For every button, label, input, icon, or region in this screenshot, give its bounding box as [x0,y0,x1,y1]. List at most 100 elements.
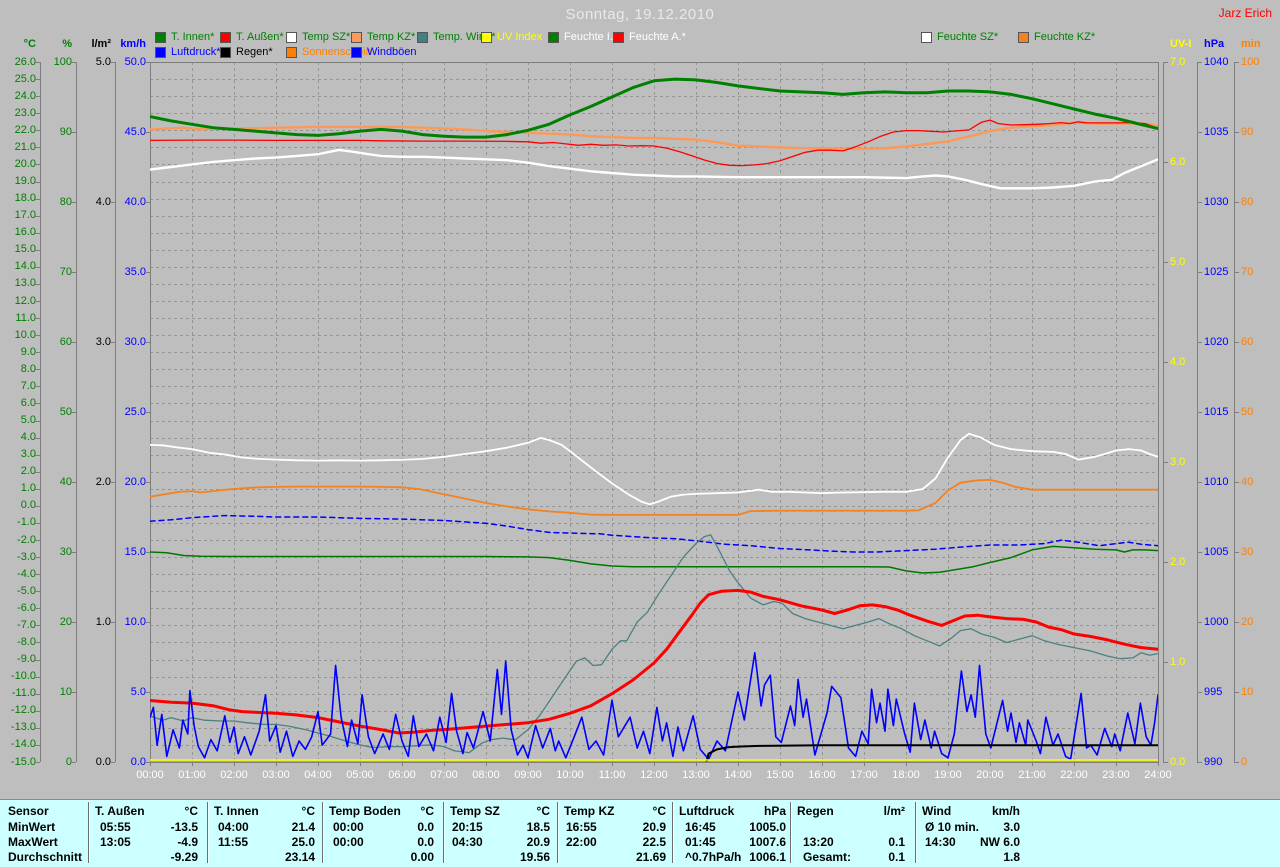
table-column-separator [322,802,324,863]
table-avg-value: 23.14 [284,850,315,864]
table-min-time: 16:45 [685,820,716,834]
table-col-header: Temp SZ [450,804,500,818]
x-tick-label: 07:00 [430,769,458,781]
table-avg-value: -9.29 [170,850,198,864]
x-tick-label: 20:00 [976,769,1004,781]
table-col-header: Wind [922,804,952,818]
table-row-label: Durchschnitt [8,850,83,864]
x-tick-label: 00:00 [136,769,164,781]
table-column-separator [443,802,445,863]
table-max-time: 13:05 [100,835,131,849]
table-avg-value: 1.8 [1003,850,1020,864]
table-avg-note: Gesamt: [803,850,852,864]
table-column-separator [88,802,90,863]
x-tick-label: 24:00 [1144,769,1172,781]
table-col-header: T. Außen [95,804,145,818]
table-min-time: 20:15 [452,820,483,834]
table-row-label: Sensor [8,804,49,818]
table-max-time: 11:55 [218,835,249,849]
table-column-separator [672,802,674,863]
table-min-time: Ø 10 min. [925,820,980,834]
series-line-luftdruck [150,514,1158,553]
table-min-value: 3.0 [1003,820,1020,834]
table-col-header: T. Innen [214,804,259,818]
table-col-header: Luftdruck [679,804,735,818]
x-tick-label: 04:00 [304,769,332,781]
table-max-time: 04:30 [452,835,483,849]
table-col-unit: °C [184,804,198,818]
x-tick-label: 03:00 [262,769,290,781]
table-column-separator [557,802,559,863]
x-tick-label: 22:00 [1060,769,1088,781]
table-col-unit: l/m² [883,804,905,818]
table-min-value: -13.5 [170,820,198,834]
table-max-time: 14:30 [925,835,956,849]
table-col-unit: °C [420,804,434,818]
table-min-value: 21.4 [291,820,315,834]
x-tick-label: 23:00 [1102,769,1130,781]
table-min-time: 00:00 [333,820,364,834]
statistics-table: Sensor MinWert MaxWert Durchschnitt T. Außen… [0,799,1280,867]
table-max-value: 0.1 [888,835,905,849]
x-tick-label: 16:00 [808,769,836,781]
table-avg-value: 19.56 [519,850,550,864]
x-tick-label: 02:00 [220,769,248,781]
table-avg-value: 0.1 [888,850,905,864]
table-min-time: 05:55 [100,820,131,834]
table-col-header: Regen [797,804,834,818]
table-max-time: 01:45 [685,835,716,849]
table-avg-note: ^0.7hPa/h [685,850,742,864]
x-tick-label: 13:00 [682,769,710,781]
table-col-unit: °C [652,804,666,818]
x-tick-label: 19:00 [934,769,962,781]
table-max-time: 13:20 [803,835,834,849]
x-tick-label: 06:00 [388,769,416,781]
table-max-time: 22:00 [566,835,597,849]
table-max-value: 20.9 [526,835,550,849]
table-row-label: MaxWert [8,835,58,849]
x-tick-label: 08:00 [472,769,500,781]
table-max-value: 22.5 [642,835,666,849]
table-max-value: -4.9 [177,835,198,849]
table-avg-value: 0.00 [410,850,434,864]
x-tick-label: 05:00 [346,769,374,781]
table-col-unit: km/h [991,804,1020,818]
table-col-header: Temp KZ [564,804,615,818]
table-max-value: 25.0 [291,835,315,849]
table-row-label: MinWert [8,820,56,834]
x-tick-label: 18:00 [892,769,920,781]
x-tick-label: 17:00 [850,769,878,781]
chart-plot-area [35,62,1239,766]
x-tick-label: 10:00 [556,769,584,781]
table-min-value: 18.5 [526,820,550,834]
x-tick-label: 09:00 [514,769,542,781]
table-max-value: 1007.6 [749,835,786,849]
x-tick-label: 12:00 [640,769,668,781]
series-line-feuchte-sz [150,432,1158,506]
table-col-unit: °C [301,804,315,818]
table-column-separator [790,802,792,863]
table-min-time: 04:00 [218,820,249,834]
x-tick-label: 15:00 [766,769,794,781]
table-min-time: 16:55 [566,820,597,834]
table-column-separator [915,802,917,863]
table-avg-value: 21.69 [635,850,666,864]
x-tick-label: 21:00 [1018,769,1046,781]
grid-lines [150,62,1159,763]
table-min-value: 0.0 [417,820,434,834]
table-col-unit: hPa [763,804,786,818]
x-tick-label: 14:00 [724,769,752,781]
x-tick-label: 01:00 [178,769,206,781]
x-tick-label: 11:00 [598,769,626,781]
table-col-unit: °C [536,804,550,818]
series-line-feuchte-kz [150,478,1158,516]
table-avg-value: 1006.1 [749,850,786,864]
table-max-value: 0.0 [417,835,434,849]
table-min-value: 20.9 [642,820,666,834]
table-max-value: NW 6.0 [979,835,1020,849]
table-min-value: 1005.0 [749,820,786,834]
data-series [150,77,1158,762]
table-col-header: Temp Boden [329,804,401,818]
weather-day-chart-window: Sonntag, 19.12.2010 Jarz Erich T. Innen*… [0,0,1280,867]
table-max-time: 00:00 [333,835,364,849]
